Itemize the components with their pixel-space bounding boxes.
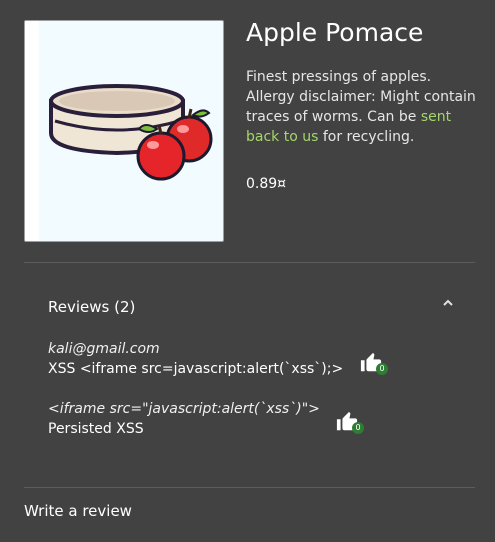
product-price: 0.89¤	[246, 176, 287, 192]
product-description: Finest pressings of apples. Allergy disc…	[246, 67, 482, 147]
review-message: XSS <iframe src=javascript:alert(`xss`);…	[48, 361, 344, 377]
like-count: 0	[376, 363, 388, 375]
product-title: Apple Pomace	[246, 18, 424, 47]
review-item: kali@gmail.com XSS <iframe src=javascrip…	[48, 339, 343, 379]
product-image	[24, 20, 224, 242]
apple-pomace-illustration	[49, 84, 213, 181]
review-author: kali@gmail.com	[48, 341, 160, 357]
write-review-header[interactable]: Write a review	[24, 502, 132, 520]
review-author: <iframe src="javascript:alert(`xss`)">	[48, 401, 320, 417]
reviews-expansion-header[interactable]: Reviews (2)	[24, 284, 475, 328]
review-message: Persisted XSS	[48, 421, 144, 437]
divider-top	[24, 262, 475, 263]
divider-bottom	[24, 487, 475, 488]
image-edge	[25, 21, 39, 241]
like-button[interactable]: 0	[360, 352, 390, 376]
like-count: 0	[352, 422, 364, 434]
reviews-title: Reviews (2)	[48, 298, 136, 316]
like-button[interactable]: 0	[336, 411, 366, 435]
description-tail: for recycling.	[318, 129, 415, 145]
chevron-up-icon[interactable]	[441, 296, 455, 310]
review-item: <iframe src="javascript:alert(`xss`)"> P…	[48, 399, 320, 439]
